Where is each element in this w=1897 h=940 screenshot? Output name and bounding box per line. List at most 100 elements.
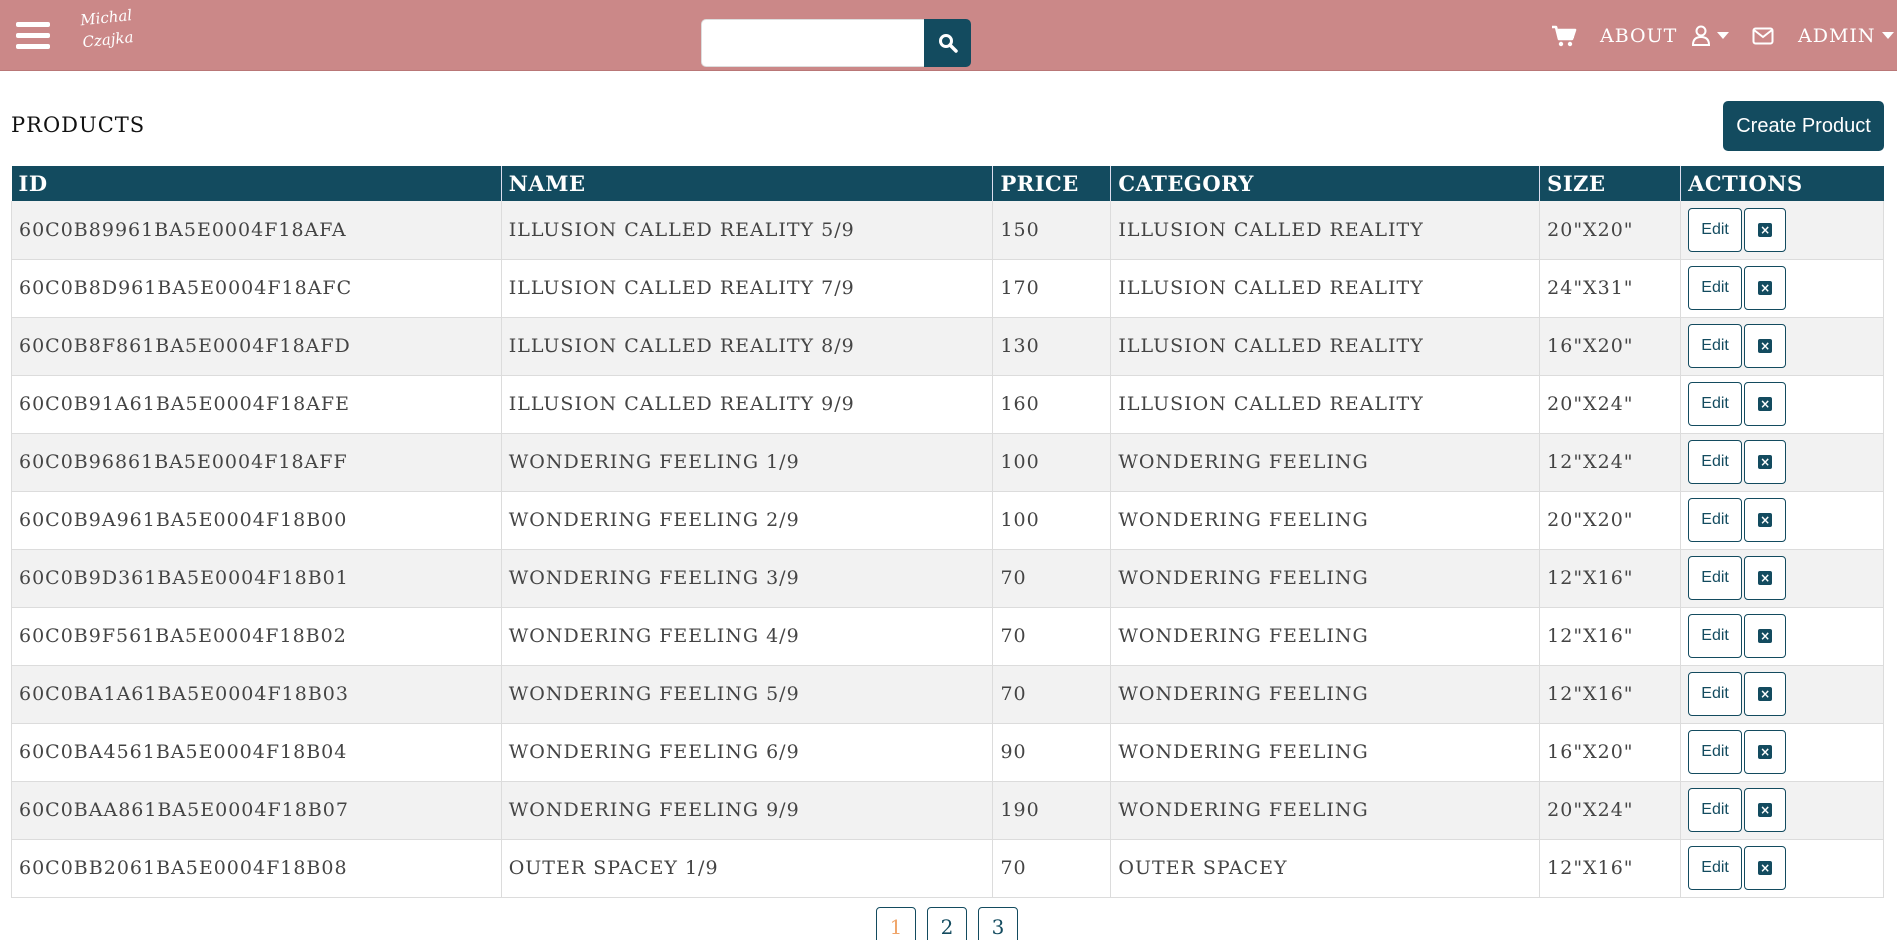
cell-price: 70: [992, 549, 1111, 608]
edit-button[interactable]: Edit: [1688, 324, 1743, 368]
messages-link[interactable]: [1752, 0, 1774, 71]
cell-size: 16"X20": [1539, 723, 1681, 782]
cell-actions: Edit ×: [1680, 259, 1884, 318]
chevron-down-icon: [1717, 32, 1729, 39]
table-row: 60C0BAA861BA5E0004F18B07 WONDERING FEELIN…: [11, 781, 1884, 840]
header-name[interactable]: NAME: [500, 166, 993, 201]
edit-button[interactable]: Edit: [1688, 614, 1743, 658]
cell-price: 90: [992, 723, 1111, 782]
delete-button[interactable]: ×: [1744, 498, 1787, 542]
edit-button[interactable]: Edit: [1688, 730, 1743, 774]
cell-category: ILLUSION CALLED REALITY: [1110, 201, 1540, 260]
cell-price: 70: [992, 839, 1111, 898]
cell-size: 12"X16": [1539, 665, 1681, 724]
cell-actions: Edit ×: [1680, 549, 1884, 608]
delete-button[interactable]: ×: [1744, 382, 1787, 426]
cell-actions: Edit ×: [1680, 839, 1884, 898]
cart-icon: [1552, 25, 1577, 46]
delete-button[interactable]: ×: [1744, 846, 1787, 890]
menu-icon[interactable]: [16, 22, 50, 56]
table-row: 60C0BB2061BA5E0004F18B08 OUTER SPACEY 1/9…: [11, 839, 1884, 898]
cell-category: ILLUSION CALLED REALITY: [1110, 375, 1540, 434]
header-category[interactable]: CATEGORY: [1110, 166, 1540, 201]
edit-button[interactable]: Edit: [1688, 266, 1743, 310]
cell-price: 160: [992, 375, 1111, 434]
cell-id: 60C0BB2061BA5E0004F18B08: [11, 839, 502, 898]
delete-button[interactable]: ×: [1744, 440, 1787, 484]
close-icon: ×: [1758, 281, 1773, 295]
edit-button[interactable]: Edit: [1688, 672, 1743, 716]
cell-id: 60C0B9F561BA5E0004F18B02: [11, 607, 502, 666]
page-button-3[interactable]: 3: [978, 907, 1018, 940]
logo[interactable]: Michal Czajka: [79, 3, 149, 67]
cell-actions: Edit ×: [1680, 781, 1884, 840]
header-actions: ACTIONS: [1680, 166, 1884, 201]
cell-name: WONDERING FEELING 3/9: [500, 549, 993, 608]
cell-size: 12"X16": [1539, 549, 1681, 608]
cell-price: 130: [992, 317, 1111, 376]
header-id[interactable]: ID: [11, 166, 502, 201]
close-icon: ×: [1758, 861, 1773, 875]
close-icon: ×: [1758, 571, 1773, 585]
cell-id: 60C0BAA861BA5E0004F18B07: [11, 781, 502, 840]
cell-size: 24"X31": [1539, 259, 1681, 318]
delete-button[interactable]: ×: [1744, 324, 1787, 368]
cell-price: 100: [992, 491, 1111, 550]
cell-price: 190: [992, 781, 1111, 840]
edit-button[interactable]: Edit: [1688, 207, 1743, 252]
cell-category: WONDERING FEELING: [1110, 491, 1540, 550]
cell-id: 60C0B9A961BA5E0004F18B00: [11, 491, 502, 550]
cell-name: WONDERING FEELING 9/9: [500, 781, 993, 840]
cell-id: 60C0BA1A61BA5E0004F18B03: [11, 665, 502, 724]
table-row: 60C0B8D961BA5E0004F18AFC ILLUSION CALLED …: [11, 259, 1884, 318]
page-button-2[interactable]: 2: [927, 907, 967, 940]
edit-button[interactable]: Edit: [1688, 846, 1743, 890]
cell-category: ILLUSION CALLED REALITY: [1110, 317, 1540, 376]
search-bar: [701, 19, 971, 67]
user-dropdown[interactable]: [1691, 0, 1729, 71]
admin-dropdown[interactable]: ADMIN: [1798, 0, 1894, 71]
close-icon: ×: [1758, 222, 1773, 237]
cell-name: WONDERING FEELING 4/9: [500, 607, 993, 666]
delete-button[interactable]: ×: [1744, 788, 1787, 832]
table-row: 60C0B9A961BA5E0004F18B00 WONDERING FEELIN…: [11, 491, 1884, 550]
delete-button[interactable]: ×: [1744, 730, 1787, 774]
delete-button[interactable]: ×: [1744, 614, 1787, 658]
close-icon: ×: [1758, 629, 1773, 643]
close-icon: ×: [1758, 513, 1773, 527]
search-button[interactable]: [924, 19, 971, 67]
cell-size: 16"X20": [1539, 317, 1681, 376]
cell-actions: Edit ×: [1680, 375, 1884, 434]
edit-button[interactable]: Edit: [1688, 382, 1743, 426]
delete-button[interactable]: ×: [1744, 207, 1787, 252]
edit-button[interactable]: Edit: [1688, 788, 1743, 832]
delete-button[interactable]: ×: [1744, 672, 1787, 716]
delete-button[interactable]: ×: [1744, 556, 1787, 600]
cell-actions: Edit ×: [1680, 723, 1884, 782]
envelope-icon: [1752, 27, 1774, 44]
cell-id: 60C0B8F861BA5E0004F18AFD: [11, 317, 502, 376]
edit-button[interactable]: Edit: [1688, 440, 1743, 484]
page-button-1[interactable]: 1: [876, 907, 916, 940]
edit-button[interactable]: Edit: [1688, 556, 1743, 600]
header-price[interactable]: PRICE: [992, 166, 1111, 201]
about-link[interactable]: ABOUT: [1600, 25, 1677, 47]
cell-category: OUTER SPACEY: [1110, 839, 1540, 898]
cart-link[interactable]: [1551, 0, 1577, 71]
cell-category: WONDERING FEELING: [1110, 607, 1540, 666]
cell-name: OUTER SPACEY 1/9: [500, 839, 993, 898]
search-input[interactable]: [701, 19, 924, 67]
table-row: 60C0B9D361BA5E0004F18B01 WONDERING FEELIN…: [11, 549, 1884, 608]
cell-category: WONDERING FEELING: [1110, 665, 1540, 724]
cell-size: 12"X16": [1539, 839, 1681, 898]
header-size[interactable]: SIZE: [1539, 166, 1681, 201]
cell-size: 12"X16": [1539, 607, 1681, 666]
cell-id: 60C0BA4561BA5E0004F18B04: [11, 723, 502, 782]
products-table: ID NAME PRICE CATEGORY SIZE ACTIONS 60C0…: [11, 166, 1884, 898]
delete-button[interactable]: ×: [1744, 266, 1787, 310]
edit-button[interactable]: Edit: [1688, 498, 1743, 542]
create-product-button[interactable]: Create Product: [1723, 101, 1884, 151]
user-icon: [1691, 25, 1711, 46]
close-icon: ×: [1758, 745, 1773, 759]
page-title: PRODUCTS: [11, 113, 146, 137]
